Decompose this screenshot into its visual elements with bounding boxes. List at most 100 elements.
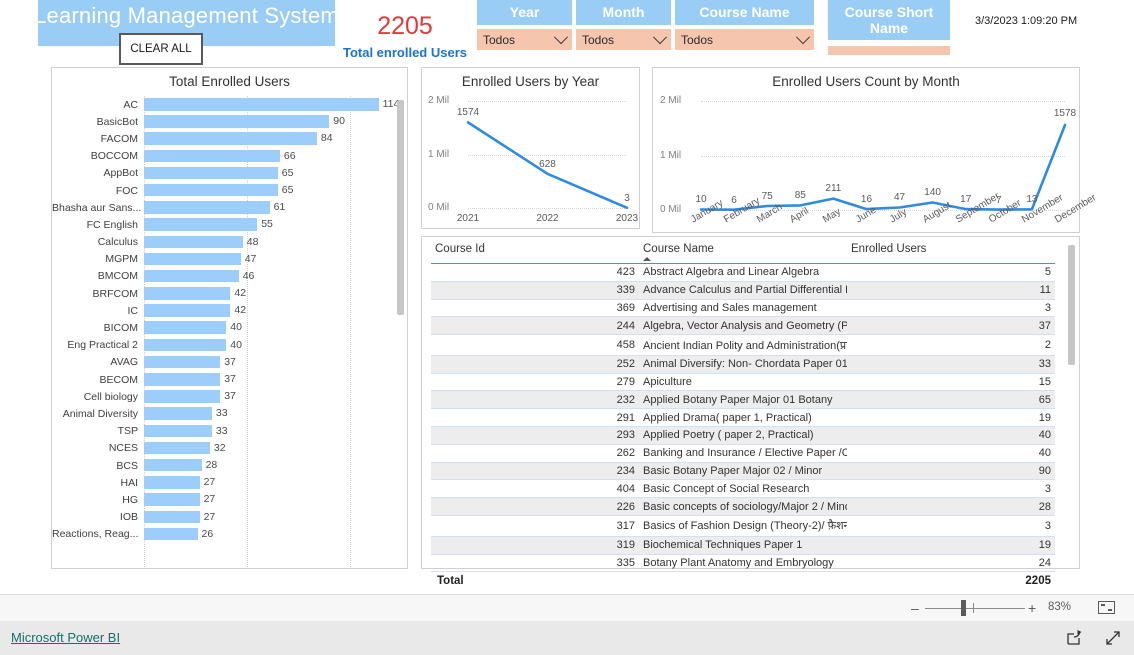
column-header-enrolled-users[interactable]: Enrolled Users: [847, 237, 1055, 264]
bar-fill[interactable]: [144, 252, 241, 266]
zoom-slider-track[interactable]: [925, 608, 1025, 609]
bar-chart-row[interactable]: FOC 65: [52, 182, 391, 199]
bar-fill[interactable]: [144, 132, 317, 145]
table-row[interactable]: 232 Applied Botany Paper Major 01 Botany 6…: [431, 390, 1055, 410]
bar-fill[interactable]: [144, 338, 227, 352]
bar-chart-row[interactable]: BCS 28: [52, 457, 391, 474]
bar-fill[interactable]: [144, 527, 198, 541]
bar-value-label: 33: [215, 407, 228, 420]
cell-enrolled-users: 19: [847, 536, 1055, 555]
bar-chart-row[interactable]: TSP 33: [52, 423, 391, 440]
bar-fill[interactable]: [144, 458, 202, 472]
bar-chart-row[interactable]: MGPM 47: [52, 251, 391, 268]
bar-chart-row[interactable]: BOCCOM 66: [52, 148, 391, 165]
table-row[interactable]: 423 Abstract Algebra and Linear Algebra 5: [431, 263, 1055, 282]
microsoft-power-bi-link[interactable]: Microsoft Power BI: [11, 630, 120, 645]
bar-fill[interactable]: [144, 355, 221, 369]
table-row[interactable]: 226 Basic concepts of sociology/Major 2 /…: [431, 497, 1055, 516]
bar-chart-row[interactable]: BECOM 37: [52, 371, 391, 388]
bar-track: 65: [144, 165, 391, 182]
column-header-course-name[interactable]: Course Name: [639, 237, 847, 264]
bar-chart-row[interactable]: Reactions, Reag... 26: [52, 526, 391, 543]
bar-fill[interactable]: [144, 441, 210, 455]
course-table-scrollbar[interactable]: [1068, 245, 1075, 365]
bar-category-label: IOB: [119, 511, 138, 524]
bar-chart-row[interactable]: IC 42: [52, 302, 391, 319]
bar-chart-row[interactable]: Bhasha aur Sans... 61: [52, 199, 391, 216]
bar-fill[interactable]: [144, 510, 200, 523]
table-row[interactable]: 234 Basic Botany Paper Major 02 / Minor 90: [431, 462, 1055, 481]
bar-chart-row[interactable]: Animal Diversity 33: [52, 405, 391, 422]
bar-fill[interactable]: [144, 424, 212, 438]
bar-chart-row[interactable]: FC English 55: [52, 216, 391, 233]
fit-to-screen-icon[interactable]: [1098, 601, 1115, 614]
bar-chart-row[interactable]: AC 114: [52, 96, 399, 113]
bar-fill[interactable]: [144, 149, 280, 163]
bar-chart-row[interactable]: HG 27: [52, 491, 391, 508]
bar-fill[interactable]: [144, 166, 278, 180]
bar-chart-row[interactable]: Eng Practical 2 40: [52, 337, 391, 354]
bar-chart-row[interactable]: FACOM 84: [52, 130, 391, 147]
bar-chart-row[interactable]: IOB 27: [52, 509, 391, 526]
bar-fill[interactable]: [144, 493, 200, 506]
bar-fill[interactable]: [144, 304, 231, 317]
bar-chart-row[interactable]: BasicBot 90: [52, 113, 391, 130]
bar-fill[interactable]: [144, 115, 330, 128]
clear-all-button[interactable]: CLEAR ALL: [119, 33, 203, 65]
slicer-course-short-name-title: Course Short Name: [828, 0, 950, 40]
bar-chart-scrollbar[interactable]: [397, 100, 404, 315]
table-row[interactable]: 293 Applied Poetry ( paper 2, Practical) 4…: [431, 426, 1055, 445]
bar-fill[interactable]: [144, 390, 221, 403]
cell-course-id: 335: [431, 554, 639, 573]
slicer-year-dropdown[interactable]: Todos: [477, 29, 572, 50]
bar-fill[interactable]: [144, 407, 212, 420]
table-row[interactable]: 244 Algebra, Vector Analysis and Geometry…: [431, 316, 1055, 336]
bar-fill[interactable]: [144, 373, 221, 386]
bar-chart-row[interactable]: BMCOM 46: [52, 268, 391, 285]
bar-fill[interactable]: [144, 269, 239, 283]
table-row[interactable]: 458 Ancient Indian Polity and Administrat…: [431, 334, 1055, 356]
bar-chart-row[interactable]: AVAG 37: [52, 354, 391, 371]
table-row[interactable]: 262 Banking and Insurance / Elective Pape…: [431, 444, 1055, 463]
cell-course-name: Advertising and Sales management: [639, 299, 847, 318]
bar-chart-row[interactable]: NCES 32: [52, 440, 391, 457]
bar-chart-row[interactable]: Cell biology 37: [52, 388, 391, 405]
zoom-slider-thumb[interactable]: [961, 600, 966, 616]
bar-fill[interactable]: [144, 476, 200, 489]
cell-enrolled-users: 11: [847, 281, 1055, 300]
table-row[interactable]: 291 Applied Drama( paper 1, Practical) 19: [431, 408, 1055, 428]
zoom-in-button[interactable]: +: [1028, 600, 1036, 616]
bar-chart-row[interactable]: AppBot 65: [52, 165, 391, 182]
table-row[interactable]: 335 Botany Plant Anatomy and Embryology 24: [431, 554, 1055, 573]
bar-chart-row[interactable]: BICOM 40: [52, 319, 391, 336]
fullscreen-icon[interactable]: [1104, 629, 1122, 647]
table-row[interactable]: 319 Biochemical Techniques Paper 1 19: [431, 536, 1055, 555]
bar-fill[interactable]: [144, 98, 379, 111]
table-row[interactable]: 279 Apiculture 15: [431, 373, 1055, 392]
bar-fill[interactable]: [144, 218, 258, 231]
slicer-course-short-name-bar[interactable]: [828, 46, 950, 55]
bar-track: 37: [144, 354, 391, 371]
column-header-course-id[interactable]: Course Id: [431, 237, 639, 264]
share-icon[interactable]: [1066, 629, 1084, 647]
slicer-course-name-dropdown[interactable]: Todos: [675, 29, 814, 50]
table-row[interactable]: 252 Animal Diversify: Non- Chordata Paper…: [431, 355, 1055, 374]
bar-fill[interactable]: [144, 201, 270, 214]
zoom-out-button[interactable]: –: [911, 600, 919, 616]
slicer-month-dropdown[interactable]: Todos: [576, 29, 671, 50]
table-row[interactable]: 317 Basics of Fashion Design (Theory-2)/ …: [431, 515, 1055, 537]
cell-course-id: 262: [431, 444, 639, 463]
table-row[interactable]: 369 Advertising and Sales management 3: [431, 299, 1055, 318]
bar-fill[interactable]: [144, 287, 231, 300]
bar-fill[interactable]: [144, 321, 227, 334]
bar-fill[interactable]: [144, 235, 243, 248]
table-row[interactable]: 339 Advance Calculus and Partial Differen…: [431, 281, 1055, 300]
bar-chart-row[interactable]: BRFCOM 42: [52, 285, 391, 302]
table-row[interactable]: 404 Basic Concept of Social Research 3: [431, 479, 1055, 499]
bar-chart-row[interactable]: Calculus 48: [52, 234, 391, 251]
data-point-label: 3: [624, 192, 630, 204]
bar-track: 26: [144, 526, 391, 543]
bar-chart-row[interactable]: HAI 27: [52, 474, 391, 491]
bar-fill[interactable]: [144, 183, 278, 197]
status-bar: – + 83%: [0, 594, 1134, 623]
